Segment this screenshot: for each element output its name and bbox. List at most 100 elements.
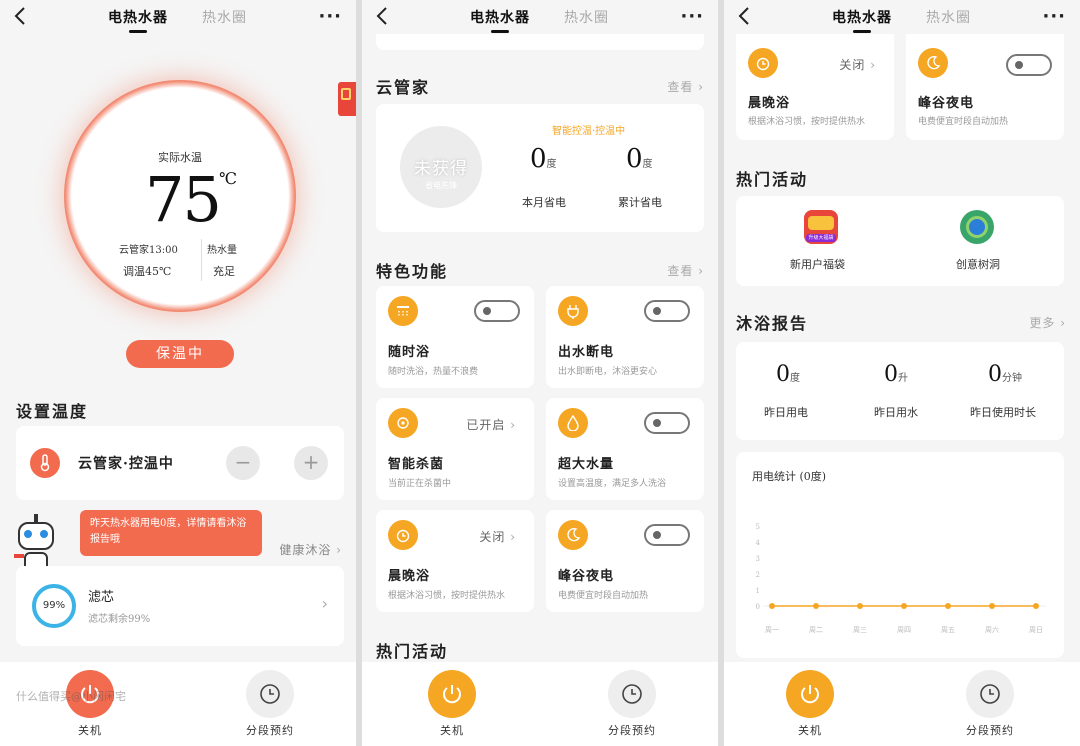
toggle-anytime-bath[interactable]: [474, 300, 520, 322]
back-arrow-icon[interactable]: [736, 6, 754, 26]
feature-card-sterilize[interactable]: 已开启 智能杀菌 当前正在杀菌中: [376, 398, 534, 500]
feature-name: 随时浴: [388, 345, 431, 360]
feature-card-valley-power[interactable]: 峰谷夜电 电费便宜时段自动加热: [546, 510, 704, 612]
power-button[interactable]: [428, 670, 476, 718]
sterilize-icon: [388, 408, 418, 438]
increase-temp-button[interactable]: +: [294, 446, 328, 480]
feature-status[interactable]: 关闭: [479, 528, 516, 545]
feature-card-valley-power[interactable]: 峰谷夜电 电费便宜时段自动加热: [906, 34, 1064, 140]
moon-icon: [558, 520, 588, 550]
schedule-label: 分段预约: [966, 724, 1014, 737]
more-menu-icon[interactable]: ···: [318, 6, 342, 27]
data-point: [813, 603, 819, 609]
filter-percent: 99%: [42, 600, 66, 611]
water-drop-icon: [558, 408, 588, 438]
report-stats-card: 0度 昨日用电 0升 昨日用水 0分钟 昨日使用时长: [736, 342, 1064, 440]
feature-name: 出水断电: [558, 345, 615, 360]
bottom-bar: 关机 分段预约 什么值得买@小闲闲宅: [0, 662, 356, 746]
previous-card-edge: [376, 34, 704, 50]
features-title: 特色功能: [376, 262, 449, 281]
feature-status[interactable]: 已开启: [466, 416, 516, 433]
feature-card-max-water[interactable]: 超大水量 设置高温度，满足多人洗浴: [546, 398, 704, 500]
feature-desc: 根据沐浴习惯，按时提供热水: [748, 117, 866, 127]
clock-icon: [980, 684, 1000, 704]
thermometer-icon: [30, 448, 60, 478]
tab-water-heater[interactable]: 电热水器: [108, 7, 168, 33]
alarm-clock-icon: [748, 48, 778, 78]
more-menu-icon[interactable]: ···: [1042, 6, 1066, 27]
feature-desc: 随时洗浴，热量不浪费: [388, 367, 479, 377]
gift-icon[interactable]: [338, 82, 356, 116]
tab-water-heater[interactable]: 电热水器: [470, 7, 530, 33]
feature-card-morning-evening[interactable]: 关闭 晨晚浴 根据沐浴习惯，按时提供热水: [376, 510, 534, 612]
filter-card[interactable]: 99% 滤芯 滤芯剩余99% ›: [16, 566, 344, 646]
power-label: 关机: [78, 724, 102, 737]
data-point: [857, 603, 863, 609]
power-label: 关机: [798, 724, 822, 737]
health-shower-link[interactable]: 健康沐浴 ›: [279, 541, 342, 558]
more-menu-icon[interactable]: ···: [680, 6, 704, 27]
chevron-right-icon: ›: [321, 594, 328, 613]
activity-new-user[interactable]: 新用户福袋: [790, 256, 845, 272]
top-nav: 电热水器 热水圈 ···: [362, 0, 718, 34]
tab-hot-water-circle[interactable]: 热水圈: [202, 7, 247, 27]
decrease-temp-button[interactable]: −: [226, 446, 260, 480]
data-point: [769, 603, 775, 609]
x-tick-label: 周六: [985, 625, 999, 634]
hot-activities-title: 热门活动: [376, 642, 449, 661]
toggle-valley-power[interactable]: [1006, 54, 1052, 76]
tab-hot-water-circle[interactable]: 热水圈: [926, 7, 971, 27]
screen-water-heater-main: 电热水器 热水圈 ··· 实际水温 75 ℃ 云管家13:00 调温45℃ 热水…: [0, 0, 356, 746]
power-icon: [801, 685, 819, 704]
cloud-view-more[interactable]: 查看: [667, 78, 704, 95]
top-nav: 电热水器 热水圈 ···: [0, 0, 356, 34]
back-arrow-icon[interactable]: [12, 6, 30, 26]
schedule-label: 分段预约: [246, 724, 294, 737]
power-button[interactable]: [786, 670, 834, 718]
total-saved-label: 累计省电: [618, 196, 662, 209]
top-nav: 电热水器 热水圈 ···: [724, 0, 1080, 34]
gauge-setpoint: 调温45℃: [123, 265, 172, 278]
back-arrow-icon[interactable]: [374, 6, 392, 26]
tab-hot-water-circle[interactable]: 热水圈: [564, 7, 609, 27]
x-tick-label: 周五: [941, 626, 955, 634]
activity-tree-hole[interactable]: 创意树洞: [956, 256, 1000, 272]
new-user-gift-icon[interactable]: 升级大福袋: [804, 210, 838, 244]
month-saved-label: 本月省电: [522, 196, 566, 209]
x-tick-label: 周三: [853, 626, 867, 634]
set-temp-title: 设置温度: [16, 402, 89, 421]
schedule-button[interactable]: [246, 670, 294, 718]
schedule-button[interactable]: [608, 670, 656, 718]
schedule-button[interactable]: [966, 670, 1014, 718]
temp-control-card: 云管家·控温中 − +: [16, 426, 344, 500]
stat-power-label: 昨日用电: [764, 406, 808, 419]
feature-card-cutoff[interactable]: 出水断电 出水即断电，沐浴更安心: [546, 286, 704, 388]
moon-icon: [918, 48, 948, 78]
feature-card-anytime-bath[interactable]: 随时浴 随时洗浴，热量不浪费: [376, 286, 534, 388]
toggle-max-water[interactable]: [644, 412, 690, 434]
data-point: [945, 603, 951, 609]
report-more[interactable]: 更多: [1029, 314, 1066, 331]
y-tick-label: 2: [756, 571, 760, 579]
power-icon: [443, 685, 461, 704]
temperature-gauge: 实际水温 75 ℃ 云管家13:00 调温45℃ 热水量 充足: [64, 80, 296, 312]
feature-card-morning-evening[interactable]: 关闭 晨晚浴 根据沐浴习惯，按时提供热水: [736, 34, 894, 140]
tip-bubble[interactable]: 昨天热水器用电0度，详情请看沐浴报告哦: [80, 510, 262, 556]
feature-status[interactable]: 关闭: [839, 56, 876, 73]
stat-duration-value: 0分钟: [988, 362, 1022, 387]
toggle-cutoff[interactable]: [644, 300, 690, 322]
tree-hole-icon[interactable]: [960, 210, 994, 244]
toggle-valley-power[interactable]: [644, 524, 690, 546]
data-point: [1033, 603, 1039, 609]
temp-control-label: 云管家·控温中: [78, 456, 174, 472]
features-view-more[interactable]: 查看: [667, 262, 704, 279]
feature-desc: 电费便宜时段自动加热: [558, 591, 649, 601]
status-pill: 保温中: [126, 340, 234, 368]
tab-water-heater[interactable]: 电热水器: [832, 7, 892, 33]
smart-control-label: 智能控温·控温中: [552, 126, 626, 137]
y-tick-label: 3: [756, 555, 760, 563]
gauge-schedule: 云管家13:00: [119, 245, 178, 256]
total-saved-value: 0度: [626, 144, 653, 174]
chart-title: 用电统计 (0度): [752, 470, 827, 483]
stat-duration-label: 昨日使用时长: [970, 406, 1036, 419]
